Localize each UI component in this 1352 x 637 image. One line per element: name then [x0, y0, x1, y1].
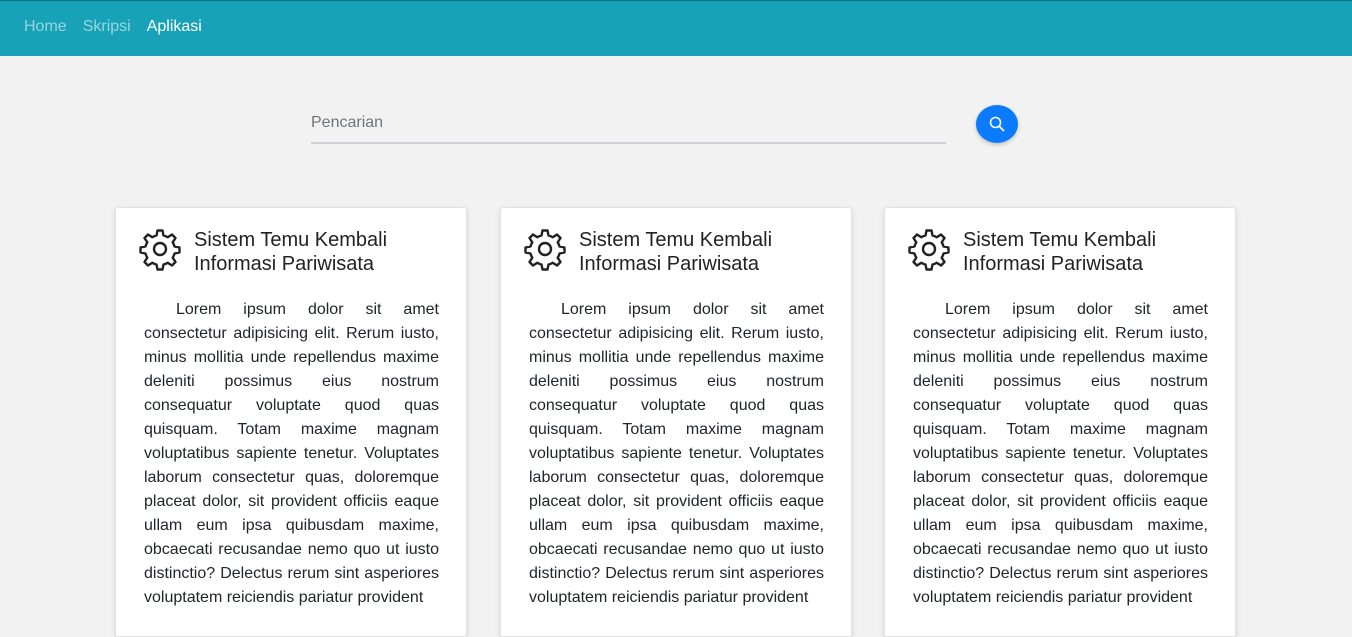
search-icon	[989, 116, 1005, 132]
search-bar	[311, 104, 1018, 144]
card-title: Sistem Temu Kembali Informasi Pariwisata	[194, 229, 388, 275]
card-body: Lorem ipsum dolor sit amet consectetur a…	[144, 301, 439, 606]
info-card: Sistem Temu Kembali Informasi Pariwisata…	[115, 207, 467, 637]
gear-icon	[908, 229, 950, 271]
info-card: Sistem Temu Kembali Informasi Pariwisata…	[884, 207, 1236, 637]
card-title: Sistem Temu Kembali Informasi Pariwisata	[579, 229, 773, 275]
nav-link-aplikasi[interactable]: Aplikasi	[147, 18, 202, 36]
top-navbar: Home Skripsi Aplikasi	[0, 0, 1352, 56]
nav-links: Home Skripsi Aplikasi	[24, 18, 202, 36]
nav-link-skripsi[interactable]: Skripsi	[83, 18, 131, 36]
info-card: Sistem Temu Kembali Informasi Pariwisata…	[500, 207, 852, 637]
search-button[interactable]	[976, 105, 1018, 143]
card-body: Lorem ipsum dolor sit amet consectetur a…	[913, 301, 1208, 606]
card-title: Sistem Temu Kembali Informasi Pariwisata	[963, 229, 1157, 275]
card-body: Lorem ipsum dolor sit amet consectetur a…	[529, 301, 824, 606]
search-input[interactable]	[311, 104, 946, 144]
gear-icon	[524, 229, 566, 271]
gear-icon	[139, 229, 181, 271]
nav-link-home[interactable]: Home	[24, 18, 67, 36]
